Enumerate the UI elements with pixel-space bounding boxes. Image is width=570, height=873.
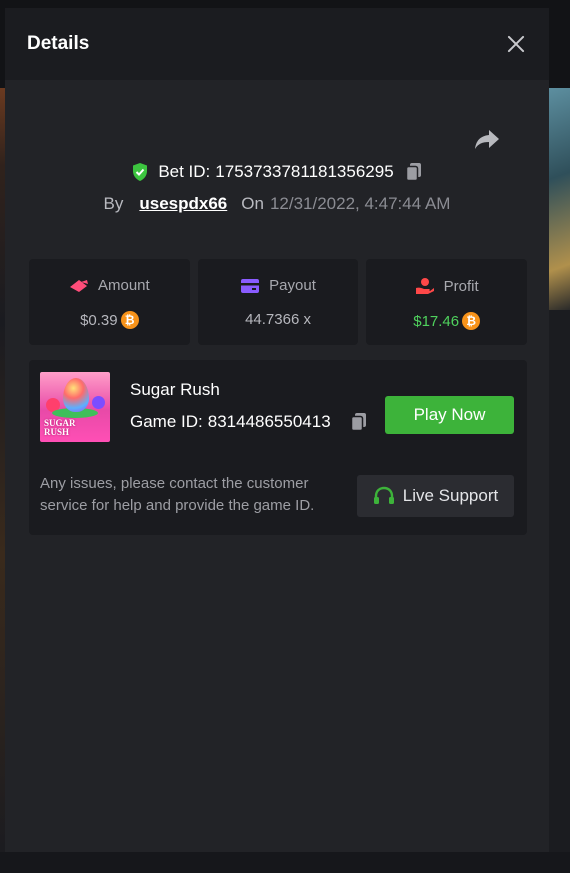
payout-value: 44.7366 x: [245, 311, 311, 328]
copy-icon[interactable]: [350, 412, 368, 432]
bet-id-row: Bet ID: 1753733781181356295: [5, 162, 549, 182]
headset-icon: [373, 486, 394, 504]
bet-stats: Amount $0.39 ₿ Payout 44.7366 x Profit $…: [29, 259, 528, 345]
details-modal: Details Bet ID: 1753733781181356295 By u…: [5, 8, 549, 852]
amount-label: Amount: [97, 277, 150, 294]
background-right: [548, 88, 570, 310]
amount-icon: [69, 279, 88, 292]
bet-id-value: 1753733781181356295: [215, 162, 394, 181]
game-card: SUGAR RUSH Sugar Rush Game ID: 831448655…: [29, 360, 527, 535]
bet-id-label: Bet ID:: [158, 162, 211, 181]
stat-payout: Payout 44.7366 x: [197, 259, 359, 345]
stat-amount: Amount $0.39 ₿: [29, 259, 190, 345]
hand-icon: [415, 278, 434, 294]
game-thumbnail[interactable]: SUGAR RUSH: [40, 372, 110, 442]
amount-value: $0.39: [80, 311, 118, 329]
game-name: Sugar Rush: [130, 380, 220, 399]
username-link[interactable]: usespdx66: [139, 194, 227, 214]
support-message: Any issues, please contact the customer …: [40, 475, 315, 514]
live-support-button[interactable]: Live Support: [357, 475, 514, 517]
payout-label: Payout: [269, 277, 316, 294]
by-label: By: [103, 194, 124, 213]
game-id-label: Game ID:: [130, 412, 203, 431]
close-icon[interactable]: [505, 33, 527, 55]
profit-value: $17.46: [413, 312, 460, 330]
bet-author-row: By usespdx66 On 12/31/2022, 4:47:44 AM: [5, 194, 549, 214]
background-right-lower: [548, 310, 570, 870]
background-bottom: [0, 852, 570, 873]
bet-datetime: 12/31/2022, 4:47:44 AM: [269, 194, 451, 213]
stat-profit: Profit $17.46 ₿: [366, 259, 528, 345]
bitcoin-icon: ₿: [120, 311, 139, 329]
modal-header: Details: [5, 8, 549, 80]
play-now-button[interactable]: Play Now: [385, 396, 514, 434]
game-id-row: Game ID: 8314486550413: [130, 412, 368, 432]
card-icon: [241, 278, 260, 293]
modal-title: Details: [27, 33, 90, 54]
share-icon[interactable]: [473, 128, 501, 152]
game-id-value: 8314486550413: [207, 412, 331, 431]
live-support-label: Live Support: [402, 486, 499, 505]
shield-check-icon: [133, 163, 148, 181]
profit-label: Profit: [443, 277, 479, 295]
copy-icon[interactable]: [405, 162, 423, 182]
thumbnail-title-line2: RUSH: [44, 427, 70, 437]
on-label: On: [241, 194, 264, 213]
bitcoin-icon: ₿: [462, 312, 481, 330]
